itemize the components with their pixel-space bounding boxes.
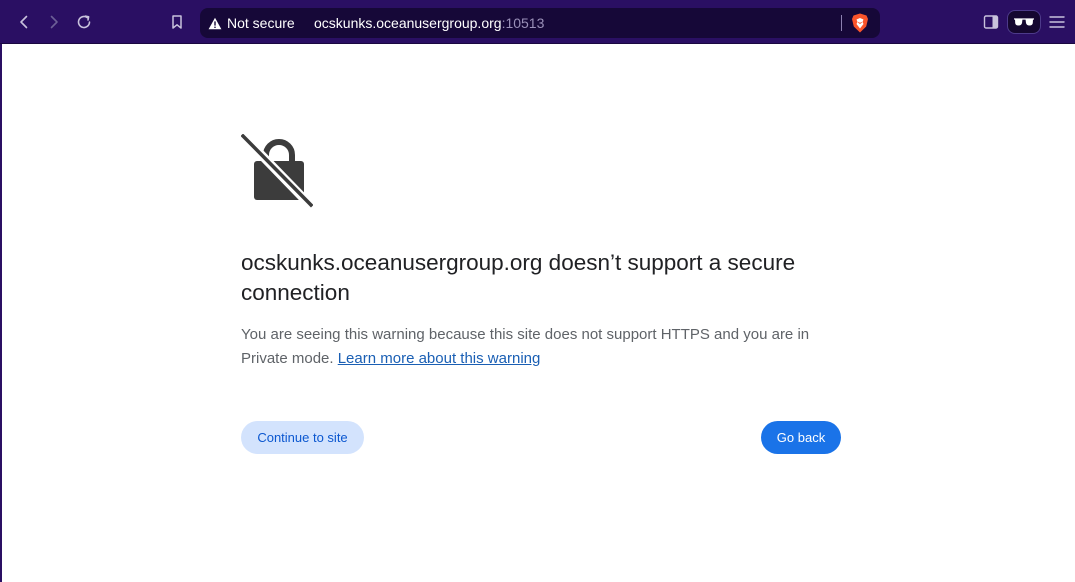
url-port: :10513: [501, 15, 545, 31]
brave-shield-icon[interactable]: [851, 13, 869, 33]
security-label: Not secure: [227, 15, 295, 31]
page-heading: ocskunks.oceanusergroup.org doesn’t supp…: [241, 250, 796, 305]
bookmark-icon: [172, 15, 182, 29]
url-text[interactable]: ocskunks.oceanusergroup.org:10513: [314, 15, 544, 31]
main-menu-button[interactable]: [1043, 8, 1071, 36]
reload-button[interactable]: [70, 8, 98, 36]
security-indicator[interactable]: Not secure: [208, 13, 295, 33]
hamburger-menu-icon: [1049, 16, 1065, 28]
window-border: [0, 44, 2, 582]
continue-to-site-button[interactable]: Continue to site: [241, 421, 364, 454]
go-back-button[interactable]: Go back: [761, 421, 841, 454]
omnibox-divider: [841, 15, 842, 31]
browser-toolbar: Not secure ocskunks.oceanusergroup.org:1…: [0, 0, 1075, 44]
learn-more-link[interactable]: Learn more about this warning: [338, 350, 541, 367]
broken-lock-icon: [241, 134, 313, 208]
reload-icon: [77, 15, 91, 29]
chevron-right-icon: [50, 15, 58, 29]
warning-explanation: You are seeing this warning because this…: [241, 323, 841, 371]
forward-button[interactable]: [40, 8, 68, 36]
incognito-glasses-icon: [1014, 18, 1034, 26]
chevron-left-icon: [20, 15, 28, 29]
back-button[interactable]: [10, 8, 38, 36]
url-host: ocskunks.oceanusergroup.org: [314, 15, 502, 31]
warning-icon: [208, 17, 222, 29]
bookmark-button[interactable]: [163, 8, 191, 36]
sidebar-icon: [983, 15, 999, 29]
sidebar-button[interactable]: [977, 8, 1005, 36]
private-window-indicator[interactable]: [1007, 10, 1041, 34]
address-bar[interactable]: Not secure ocskunks.oceanusergroup.org:1…: [200, 8, 880, 38]
